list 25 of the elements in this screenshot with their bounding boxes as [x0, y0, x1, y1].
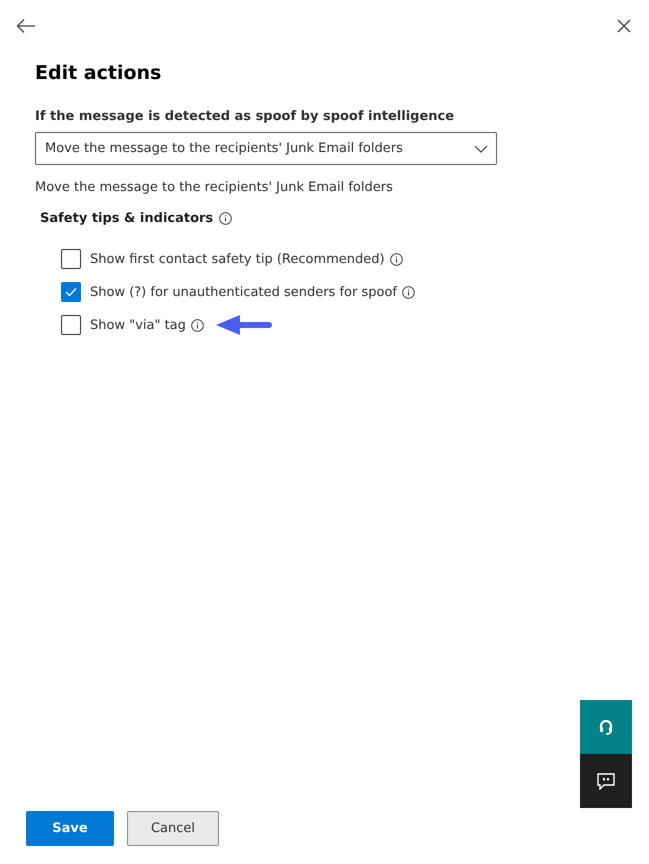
checkmark-icon	[65, 287, 77, 297]
save-button[interactable]: Save	[26, 811, 114, 846]
chat-icon	[597, 772, 615, 790]
checkbox[interactable]	[61, 315, 81, 335]
checkbox-label: Show first contact safety tip (Recommended)	[90, 252, 385, 266]
action-description: Move the message to the recipients' Junk Email folders	[35, 179, 394, 197]
info-icon[interactable]	[219, 212, 232, 225]
field-label: If the message is detected as spoof by spoof intelligence	[35, 108, 456, 126]
checkbox[interactable]	[61, 249, 81, 269]
headset-icon	[599, 719, 613, 735]
feedback-button[interactable]	[580, 754, 632, 808]
close-icon[interactable]	[617, 19, 631, 33]
back-arrow-icon[interactable]	[16, 18, 36, 34]
chevron-down-icon	[474, 144, 488, 152]
info-icon[interactable]	[390, 252, 403, 266]
action-dropdown[interactable]: Move the message to the recipients' Junk Email folders	[35, 132, 497, 165]
support-button[interactable]	[580, 700, 632, 754]
info-icon[interactable]	[402, 286, 415, 298]
checkbox-label: Show "via" tag	[90, 318, 186, 332]
checkbox-label: Show (?) for unauthenticated senders for spoof	[90, 284, 397, 300]
section-heading: Safety tips & indicators	[40, 211, 214, 226]
checkbox[interactable]	[61, 282, 81, 302]
panel-title: Edit actions	[35, 61, 162, 85]
cancel-button[interactable]: Cancel	[127, 811, 219, 846]
info-icon[interactable]	[190, 318, 204, 332]
